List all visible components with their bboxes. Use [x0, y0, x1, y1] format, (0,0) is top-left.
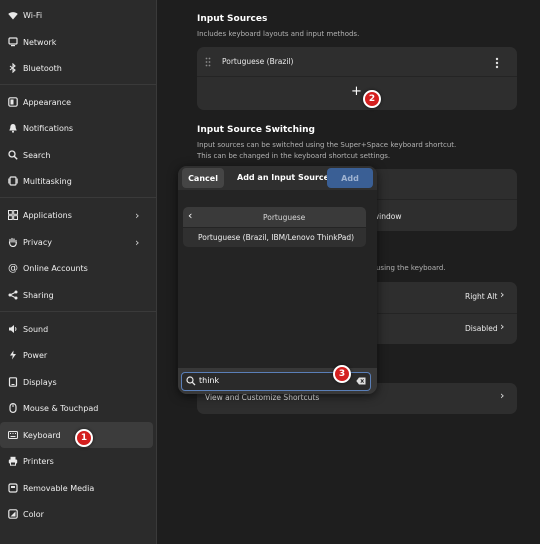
- sidebar-item-label: Printers: [23, 456, 54, 466]
- bluetooth-icon: [8, 63, 18, 73]
- clear-search-icon[interactable]: [356, 377, 366, 385]
- dialog-title: Add an Input Source: [237, 173, 330, 182]
- sidebar-item-multitasking[interactable]: Multitasking: [0, 168, 156, 194]
- sidebar-item-sharing[interactable]: Sharing: [0, 282, 156, 308]
- step-badge-3: 3: [333, 365, 351, 383]
- switching-title: Input Source Switching: [197, 125, 315, 135]
- sidebar-item-online-accounts[interactable]: @ Online Accounts: [0, 255, 156, 281]
- step-badge-1: 1: [75, 429, 93, 447]
- sidebar-item-label: Power: [23, 350, 48, 360]
- layout-result-label: Portuguese (Brazil, IBM/Lenovo ThinkPad): [198, 233, 355, 242]
- compose-key-value: Disabled: [465, 324, 498, 333]
- card-divider: [197, 76, 517, 77]
- sidebar-item-printers[interactable]: Printers: [0, 448, 156, 474]
- network-icon: [8, 37, 18, 47]
- color-icon: [8, 509, 18, 519]
- bell-icon: [8, 123, 18, 133]
- sidebar-item-power[interactable]: Power: [0, 342, 156, 368]
- search-input-text: think: [199, 376, 220, 385]
- dialog-header: Cancel Add an Input Source Add: [178, 166, 377, 190]
- sidebar-divider: [0, 84, 156, 85]
- sidebar-item-label: Color: [23, 509, 44, 519]
- hand-icon: [8, 237, 18, 247]
- sidebar-item-label: Network: [23, 37, 57, 47]
- media-icon: [8, 483, 18, 493]
- sidebar: Wi-Fi Network Bluetooth Appearance Notif…: [0, 0, 157, 544]
- special-character-description: using the keyboard.: [376, 264, 446, 272]
- sidebar-divider: [0, 197, 156, 198]
- sidebar-item-sound[interactable]: Sound: [0, 316, 156, 342]
- switching-description-line1: Input sources can be switched using the …: [197, 141, 457, 149]
- multitasking-icon: [8, 176, 18, 186]
- sidebar-item-label: Multitasking: [23, 176, 72, 186]
- sidebar-item-label: Appearance: [23, 97, 72, 107]
- sidebar-item-displays[interactable]: Displays: [0, 369, 156, 395]
- grid-icon: [8, 210, 18, 220]
- sidebar-item-label: Privacy: [23, 237, 52, 247]
- sidebar-item-network[interactable]: Network: [0, 29, 156, 55]
- search-icon: [186, 376, 196, 386]
- switching-option-window-text: window: [373, 212, 402, 221]
- power-icon: [8, 350, 18, 360]
- view-customize-shortcuts-label: View and Customize Shortcuts: [205, 393, 320, 402]
- sidebar-item-bluetooth[interactable]: Bluetooth: [0, 55, 156, 81]
- at-icon: @: [8, 262, 18, 274]
- sidebar-item-label: Online Accounts: [23, 263, 88, 273]
- chevron-right-icon: ›: [135, 235, 140, 249]
- speaker-icon: [8, 324, 18, 334]
- chevron-right-icon: ›: [500, 389, 505, 402]
- add-input-source-button[interactable]: +: [351, 85, 362, 98]
- category-label: Portuguese: [263, 213, 306, 222]
- sidebar-item-label: Bluetooth: [23, 63, 62, 73]
- sidebar-item-mouse-touchpad[interactable]: Mouse & Touchpad: [0, 395, 156, 421]
- sidebar-item-appearance[interactable]: Appearance: [0, 89, 156, 115]
- sidebar-item-privacy[interactable]: Privacy ›: [0, 229, 156, 255]
- wifi-icon: [8, 10, 18, 20]
- step-badge-2: 2: [363, 90, 381, 108]
- add-input-source-dialog: Cancel Add an Input Source Add ‹ Portugu…: [178, 166, 377, 394]
- mouse-icon: [8, 403, 18, 413]
- sidebar-item-label: Notifications: [23, 123, 74, 133]
- sidebar-item-notifications[interactable]: Notifications: [0, 115, 156, 141]
- sidebar-divider: [0, 311, 156, 312]
- layout-result-row[interactable]: Portuguese (Brazil, IBM/Lenovo ThinkPad): [183, 228, 366, 247]
- sidebar-item-wifi[interactable]: Wi-Fi: [0, 2, 156, 28]
- sidebar-item-color[interactable]: Color: [0, 501, 156, 527]
- more-options-icon[interactable]: [495, 57, 501, 69]
- sidebar-item-label: Wi-Fi: [23, 10, 43, 20]
- display-icon: [8, 377, 18, 387]
- input-sources-card: Portuguese (Brazil) +: [197, 47, 517, 110]
- sidebar-item-search[interactable]: Search: [0, 142, 156, 168]
- switching-description-line2: This can be changed in the keyboard shor…: [197, 152, 391, 160]
- sidebar-item-label: Displays: [23, 377, 57, 387]
- search-icon: [8, 150, 18, 160]
- sidebar-item-removable-media[interactable]: Removable Media: [0, 475, 156, 501]
- sidebar-item-label: Sharing: [23, 290, 54, 300]
- printer-icon: [8, 456, 18, 466]
- dialog-list-area: ‹ Portuguese Portuguese (Brazil, IBM/Len…: [178, 190, 377, 368]
- keyboard-icon: [8, 430, 18, 440]
- chevron-right-icon[interactable]: ›: [500, 320, 504, 333]
- sidebar-item-label: Removable Media: [23, 483, 95, 493]
- sidebar-item-label: Keyboard: [23, 430, 61, 440]
- add-button[interactable]: Add: [327, 168, 373, 188]
- category-row[interactable]: ‹ Portuguese: [183, 207, 366, 227]
- sidebar-item-applications[interactable]: Applications ›: [0, 202, 156, 228]
- sidebar-item-label: Search: [23, 150, 51, 160]
- cancel-button[interactable]: Cancel: [182, 168, 224, 188]
- chevron-right-icon: ›: [135, 208, 140, 222]
- sidebar-item-label: Sound: [23, 324, 49, 334]
- input-sources-description: Includes keyboard layouts and input meth…: [197, 30, 360, 38]
- input-source-name: Portuguese (Brazil): [222, 57, 294, 66]
- appearance-icon: [8, 97, 18, 107]
- input-sources-title: Input Sources: [197, 14, 268, 24]
- sidebar-item-label: Applications: [23, 210, 72, 220]
- back-chevron-icon[interactable]: ‹: [188, 209, 192, 222]
- share-icon: [8, 290, 18, 300]
- alternate-characters-key-value: Right Alt: [465, 292, 498, 301]
- drag-handle-icon[interactable]: [205, 57, 211, 67]
- sidebar-item-label: Mouse & Touchpad: [23, 403, 99, 413]
- chevron-right-icon[interactable]: ›: [500, 288, 504, 301]
